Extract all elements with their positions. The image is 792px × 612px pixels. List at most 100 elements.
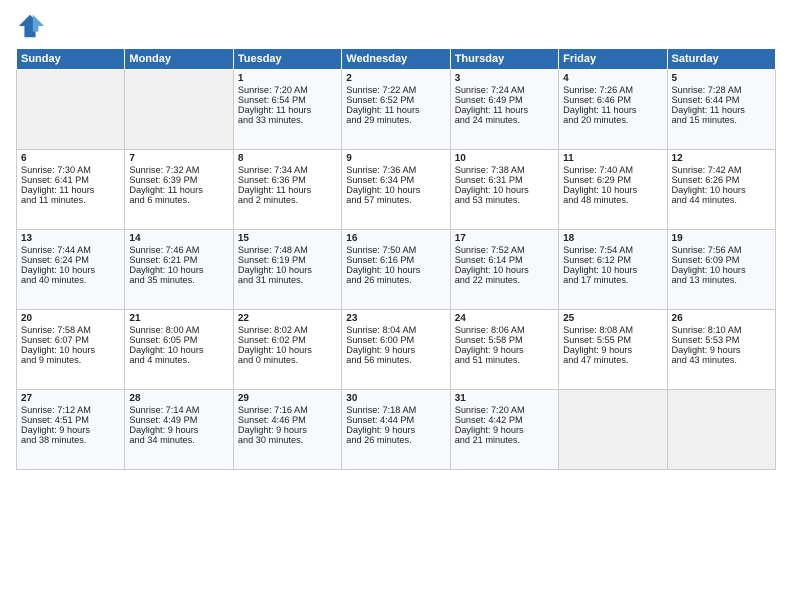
page: SundayMondayTuesdayWednesdayThursdayFrid… bbox=[0, 0, 792, 612]
header-day: Tuesday bbox=[233, 49, 341, 70]
calendar-cell: 21Sunrise: 8:00 AMSunset: 6:05 PMDayligh… bbox=[125, 310, 233, 390]
day-info-line: Daylight: 10 hours bbox=[672, 185, 771, 195]
day-info-line: Sunset: 5:58 PM bbox=[455, 335, 554, 345]
day-info-line: Daylight: 9 hours bbox=[346, 345, 445, 355]
day-info-line: Sunset: 6:24 PM bbox=[21, 255, 120, 265]
day-info-line: Daylight: 10 hours bbox=[672, 265, 771, 275]
day-number: 16 bbox=[346, 233, 445, 244]
calendar-cell bbox=[667, 390, 775, 470]
day-info-line: Sunrise: 8:08 AM bbox=[563, 325, 662, 335]
day-info-line: and 56 minutes. bbox=[346, 355, 445, 365]
day-info-line: Sunset: 5:53 PM bbox=[672, 335, 771, 345]
day-info-line: and 57 minutes. bbox=[346, 195, 445, 205]
day-info-line: Sunrise: 7:28 AM bbox=[672, 85, 771, 95]
calendar-cell: 22Sunrise: 8:02 AMSunset: 6:02 PMDayligh… bbox=[233, 310, 341, 390]
calendar-cell: 16Sunrise: 7:50 AMSunset: 6:16 PMDayligh… bbox=[342, 230, 450, 310]
header-day: Saturday bbox=[667, 49, 775, 70]
day-number: 27 bbox=[21, 393, 120, 404]
day-info-line: Sunrise: 8:02 AM bbox=[238, 325, 337, 335]
day-info-line: Daylight: 10 hours bbox=[21, 345, 120, 355]
calendar-cell: 4Sunrise: 7:26 AMSunset: 6:46 PMDaylight… bbox=[559, 70, 667, 150]
day-info-line: and 13 minutes. bbox=[672, 275, 771, 285]
day-info-line: and 24 minutes. bbox=[455, 115, 554, 125]
day-info-line: Sunrise: 7:58 AM bbox=[21, 325, 120, 335]
day-info-line: and 21 minutes. bbox=[455, 435, 554, 445]
calendar-week: 27Sunrise: 7:12 AMSunset: 4:51 PM Dayligh… bbox=[17, 390, 776, 470]
day-info-line: Sunset: 4:44 PM bbox=[346, 415, 445, 425]
day-info-line: and 33 minutes. bbox=[238, 115, 337, 125]
calendar-cell: 14Sunrise: 7:46 AMSunset: 6:21 PMDayligh… bbox=[125, 230, 233, 310]
calendar-cell: 26Sunrise: 8:10 AMSunset: 5:53 PMDayligh… bbox=[667, 310, 775, 390]
day-info-line: Sunset: 4:49 PM bbox=[129, 415, 228, 425]
calendar-cell: 13Sunrise: 7:44 AMSunset: 6:24 PMDayligh… bbox=[17, 230, 125, 310]
day-info-line: Sunset: 6:12 PM bbox=[563, 255, 662, 265]
day-info-line: and 17 minutes. bbox=[563, 275, 662, 285]
calendar-cell: 20Sunrise: 7:58 AMSunset: 6:07 PMDayligh… bbox=[17, 310, 125, 390]
day-info-line: Sunrise: 7:20 AM bbox=[455, 405, 554, 415]
calendar-cell: 15Sunrise: 7:48 AMSunset: 6:19 PMDayligh… bbox=[233, 230, 341, 310]
day-info-line: Sunset: 6:34 PM bbox=[346, 175, 445, 185]
day-info-line: Sunset: 6:54 PM bbox=[238, 95, 337, 105]
calendar-cell: 1Sunrise: 7:20 AMSunset: 6:54 PMDaylight… bbox=[233, 70, 341, 150]
day-info-line: Daylight: 11 hours bbox=[563, 105, 662, 115]
calendar-table: SundayMondayTuesdayWednesdayThursdayFrid… bbox=[16, 48, 776, 470]
calendar-cell: 19Sunrise: 7:56 AMSunset: 6:09 PMDayligh… bbox=[667, 230, 775, 310]
day-number: 18 bbox=[563, 233, 662, 244]
day-number: 10 bbox=[455, 153, 554, 164]
day-info-line: Daylight: 11 hours bbox=[238, 185, 337, 195]
calendar-week: 6Sunrise: 7:30 AMSunset: 6:41 PMDaylight… bbox=[17, 150, 776, 230]
day-info-line: Sunset: 6:05 PM bbox=[129, 335, 228, 345]
day-info-line: Daylight: 11 hours bbox=[455, 105, 554, 115]
day-info-line: Daylight: 11 hours bbox=[346, 105, 445, 115]
calendar-cell: 8Sunrise: 7:34 AMSunset: 6:36 PMDaylight… bbox=[233, 150, 341, 230]
day-info-line: and 51 minutes. bbox=[455, 355, 554, 365]
day-info-line: Daylight: 10 hours bbox=[346, 265, 445, 275]
calendar-cell: 12Sunrise: 7:42 AMSunset: 6:26 PMDayligh… bbox=[667, 150, 775, 230]
day-info-line: Sunrise: 7:22 AM bbox=[346, 85, 445, 95]
day-number: 6 bbox=[21, 153, 120, 164]
header-day: Monday bbox=[125, 49, 233, 70]
day-info-line: Sunset: 6:07 PM bbox=[21, 335, 120, 345]
day-info-line: Daylight: 11 hours bbox=[21, 185, 120, 195]
day-number: 1 bbox=[238, 73, 337, 84]
day-info-line: Sunrise: 7:54 AM bbox=[563, 245, 662, 255]
day-info-line: Sunset: 6:46 PM bbox=[563, 95, 662, 105]
calendar-cell: 9Sunrise: 7:36 AMSunset: 6:34 PMDaylight… bbox=[342, 150, 450, 230]
day-info-line: Sunrise: 7:26 AM bbox=[563, 85, 662, 95]
day-number: 21 bbox=[129, 313, 228, 324]
day-info-line: Daylight: 9 hours bbox=[346, 425, 445, 435]
day-number: 20 bbox=[21, 313, 120, 324]
day-info-line: Sunrise: 7:16 AM bbox=[238, 405, 337, 415]
day-info-line: Sunset: 6:52 PM bbox=[346, 95, 445, 105]
day-info-line: and 29 minutes. bbox=[346, 115, 445, 125]
day-number: 30 bbox=[346, 393, 445, 404]
calendar-cell: 10Sunrise: 7:38 AMSunset: 6:31 PMDayligh… bbox=[450, 150, 558, 230]
day-info-line: Sunrise: 7:12 AM bbox=[21, 405, 120, 415]
day-info-line: Daylight: 10 hours bbox=[346, 185, 445, 195]
day-number: 2 bbox=[346, 73, 445, 84]
day-info-line: and 30 minutes. bbox=[238, 435, 337, 445]
day-info-line: and 0 minutes. bbox=[238, 355, 337, 365]
day-info-line: Sunrise: 7:14 AM bbox=[129, 405, 228, 415]
day-info-line: and 47 minutes. bbox=[563, 355, 662, 365]
day-info-line: and 34 minutes. bbox=[129, 435, 228, 445]
day-info-line: Sunset: 4:51 PM bbox=[21, 415, 120, 425]
day-info-line: and 20 minutes. bbox=[563, 115, 662, 125]
day-info-line: Daylight: 10 hours bbox=[455, 185, 554, 195]
day-info-line: Sunset: 4:42 PM bbox=[455, 415, 554, 425]
day-info-line: Daylight: 10 hours bbox=[21, 265, 120, 275]
day-number: 24 bbox=[455, 313, 554, 324]
day-info-line: Sunrise: 7:50 AM bbox=[346, 245, 445, 255]
day-info-line: and 31 minutes. bbox=[238, 275, 337, 285]
day-info-line: and 40 minutes. bbox=[21, 275, 120, 285]
header bbox=[16, 12, 776, 40]
day-number: 8 bbox=[238, 153, 337, 164]
calendar-cell: 27Sunrise: 7:12 AMSunset: 4:51 PMDayligh… bbox=[17, 390, 125, 470]
calendar-week: 1Sunrise: 7:20 AMSunset: 6:54 PMDaylight… bbox=[17, 70, 776, 150]
day-info-line: Sunrise: 7:42 AM bbox=[672, 165, 771, 175]
day-info-line: Sunrise: 7:30 AM bbox=[21, 165, 120, 175]
day-info-line: Daylight: 10 hours bbox=[129, 345, 228, 355]
day-info-line: Daylight: 9 hours bbox=[455, 425, 554, 435]
day-info-line: Sunset: 5:55 PM bbox=[563, 335, 662, 345]
day-info-line: Sunset: 6:09 PM bbox=[672, 255, 771, 265]
